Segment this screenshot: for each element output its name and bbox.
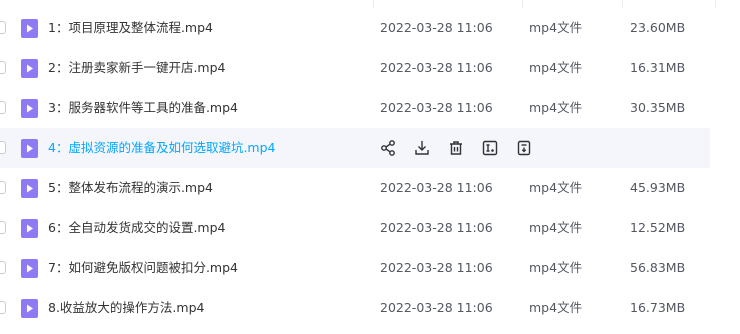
file-name[interactable]: 8.收益放大的操作方法.mp4 bbox=[48, 299, 204, 317]
file-type: mp4文件 bbox=[529, 260, 583, 275]
file-name[interactable]: 7：如何避免版权问题被扣分.mp4 bbox=[48, 259, 238, 277]
row-checkbox[interactable] bbox=[0, 221, 6, 234]
video-file-icon bbox=[21, 179, 38, 198]
move-icon[interactable] bbox=[514, 138, 534, 158]
video-file-icon bbox=[21, 59, 38, 78]
row-checkbox[interactable] bbox=[0, 101, 6, 114]
rename-icon[interactable] bbox=[480, 138, 500, 158]
file-list: 1：项目原理及整体流程.mp4 2022-03-28 11:06 mp4文件 2… bbox=[0, 0, 740, 334]
file-date: 2022-03-28 11:06 bbox=[380, 220, 493, 235]
file-date: 2022-03-28 11:06 bbox=[380, 260, 493, 275]
file-type: mp4文件 bbox=[529, 20, 583, 35]
row-checkbox[interactable] bbox=[0, 141, 6, 154]
video-file-icon bbox=[21, 299, 38, 318]
file-size: 30.35MB bbox=[630, 100, 686, 115]
download-icon[interactable] bbox=[412, 138, 432, 158]
file-name[interactable]: 5：整体发布流程的演示.mp4 bbox=[48, 179, 213, 197]
row-checkbox[interactable] bbox=[0, 21, 6, 34]
file-type: mp4文件 bbox=[529, 220, 583, 235]
column-divider bbox=[715, 0, 716, 8]
video-file-icon bbox=[21, 139, 38, 158]
file-row[interactable]: 6：全自动发货成交的设置.mp4 2022-03-28 11:06 mp4文件 … bbox=[0, 208, 710, 248]
video-file-icon bbox=[21, 259, 38, 278]
file-name[interactable]: 4：虚拟资源的准备及如何选取避坑.mp4 bbox=[48, 139, 276, 157]
file-size: 56.83MB bbox=[630, 260, 686, 275]
file-row[interactable]: 3：服务器软件等工具的准备.mp4 2022-03-28 11:06 mp4文件… bbox=[0, 88, 710, 128]
delete-icon[interactable] bbox=[446, 138, 466, 158]
file-size: 16.31MB bbox=[630, 60, 686, 75]
file-row-hovered[interactable]: 4：虚拟资源的准备及如何选取避坑.mp4 bbox=[0, 128, 710, 168]
file-row[interactable]: 8.收益放大的操作方法.mp4 2022-03-28 11:06 mp4文件 1… bbox=[0, 288, 710, 328]
column-divider bbox=[622, 0, 623, 8]
file-date: 2022-03-28 11:06 bbox=[380, 60, 493, 75]
row-checkbox[interactable] bbox=[0, 261, 6, 274]
file-size: 45.93MB bbox=[630, 180, 686, 195]
video-file-icon bbox=[21, 219, 38, 238]
share-icon[interactable] bbox=[378, 138, 398, 158]
column-divider bbox=[522, 0, 523, 8]
file-type: mp4文件 bbox=[529, 300, 583, 315]
file-row[interactable]: 5：整体发布流程的演示.mp4 2022-03-28 11:06 mp4文件 4… bbox=[0, 168, 710, 208]
file-size: 23.60MB bbox=[630, 20, 686, 35]
file-type: mp4文件 bbox=[529, 100, 583, 115]
file-row[interactable]: 1：项目原理及整体流程.mp4 2022-03-28 11:06 mp4文件 2… bbox=[0, 8, 710, 48]
file-size: 12.52MB bbox=[630, 220, 686, 235]
row-checkbox[interactable] bbox=[0, 181, 6, 194]
file-size: 16.73MB bbox=[630, 300, 686, 315]
file-date: 2022-03-28 11:06 bbox=[380, 180, 493, 195]
file-row[interactable]: 7：如何避免版权问题被扣分.mp4 2022-03-28 11:06 mp4文件… bbox=[0, 248, 710, 288]
video-file-icon bbox=[21, 99, 38, 118]
file-name[interactable]: 2：注册卖家新手一键开店.mp4 bbox=[48, 59, 226, 77]
file-name[interactable]: 3：服务器软件等工具的准备.mp4 bbox=[48, 99, 238, 117]
file-row[interactable]: 2：注册卖家新手一键开店.mp4 2022-03-28 11:06 mp4文件 … bbox=[0, 48, 710, 88]
file-date: 2022-03-28 11:06 bbox=[380, 100, 493, 115]
column-divider bbox=[373, 0, 374, 8]
file-date: 2022-03-28 11:06 bbox=[380, 300, 493, 315]
row-checkbox[interactable] bbox=[0, 301, 6, 314]
file-type: mp4文件 bbox=[529, 60, 583, 75]
video-file-icon bbox=[21, 19, 38, 38]
file-name[interactable]: 1：项目原理及整体流程.mp4 bbox=[48, 19, 213, 37]
file-type: mp4文件 bbox=[529, 180, 583, 195]
file-name[interactable]: 6：全自动发货成交的设置.mp4 bbox=[48, 219, 226, 237]
row-checkbox[interactable] bbox=[0, 61, 6, 74]
file-date: 2022-03-28 11:06 bbox=[380, 20, 493, 35]
